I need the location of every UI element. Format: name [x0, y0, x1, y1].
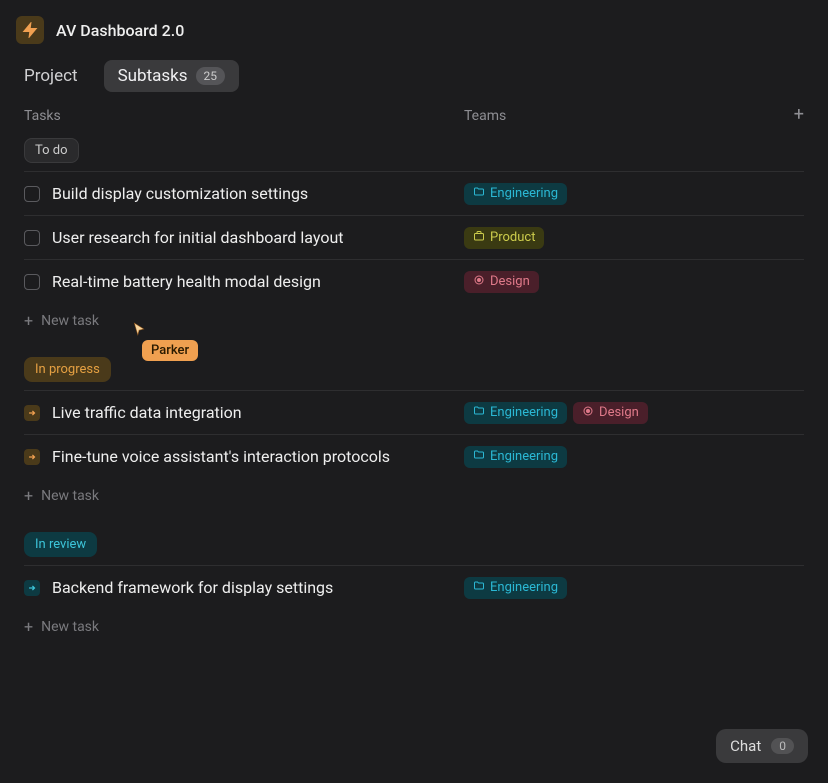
team-label: Design: [490, 274, 530, 289]
team-label: Design: [599, 405, 639, 420]
section: To do Build display customization setting…: [0, 124, 828, 343]
tab-subtasks[interactable]: Subtasks 25: [104, 60, 239, 92]
task-title: Build display customization settings: [52, 184, 308, 203]
task-title: User research for initial dashboard layo…: [52, 228, 344, 247]
project-title: AV Dashboard 2.0: [56, 21, 184, 40]
new-task-label: New task: [41, 488, 99, 504]
new-task-label: New task: [41, 313, 99, 329]
team-tag[interactable]: Design: [573, 402, 648, 424]
team-icon: [473, 449, 485, 465]
task-row[interactable]: Real-time battery health modal design Des…: [24, 259, 804, 303]
team-icon: [473, 230, 485, 246]
new-task-button[interactable]: + New task: [24, 478, 804, 518]
team-label: Engineering: [490, 186, 558, 201]
task-checkbox[interactable]: [24, 230, 40, 246]
task-row[interactable]: Build display customization settings Engi…: [24, 171, 804, 215]
team-tag[interactable]: Engineering: [464, 183, 567, 205]
plus-icon: +: [24, 489, 33, 503]
task-teams: Engineering: [464, 577, 804, 599]
plus-icon: +: [24, 314, 33, 328]
task-teams: Engineering Design: [464, 402, 804, 424]
team-label: Product: [490, 230, 535, 245]
tab-subtasks-count: 25: [196, 67, 226, 85]
project-icon: [16, 16, 44, 44]
column-headers: Tasks Teams +: [0, 108, 828, 124]
section-pill[interactable]: In review: [24, 532, 97, 557]
new-task-button[interactable]: + New task: [24, 609, 804, 649]
task-title: Fine-tune voice assistant's interaction …: [52, 447, 390, 466]
tabs: Project Subtasks 25: [0, 52, 828, 108]
column-teams-header: Teams: [464, 108, 780, 124]
section: In review Backend framework for display s…: [0, 518, 828, 649]
task-left: Fine-tune voice assistant's interaction …: [24, 447, 464, 466]
column-tasks-header: Tasks: [24, 108, 464, 124]
chat-count: 0: [771, 738, 794, 754]
task-left: User research for initial dashboard layo…: [24, 228, 464, 247]
task-row[interactable]: User research for initial dashboard layo…: [24, 215, 804, 259]
section-pill[interactable]: To do: [24, 138, 79, 163]
team-tag[interactable]: Design: [464, 271, 539, 293]
team-icon: [473, 274, 485, 290]
task-teams: Engineering: [464, 183, 804, 205]
team-label: Engineering: [490, 580, 558, 595]
task-status-icon[interactable]: [24, 449, 40, 465]
task-teams: Product: [464, 227, 804, 249]
task-title: Real-time battery health modal design: [52, 272, 321, 291]
task-left: Backend framework for display settings: [24, 578, 464, 597]
task-checkbox[interactable]: [24, 274, 40, 290]
tab-subtasks-label: Subtasks: [118, 66, 188, 86]
team-icon: [582, 405, 594, 421]
section-pill[interactable]: In progress: [24, 357, 111, 382]
team-label: Engineering: [490, 449, 558, 464]
team-icon: [473, 405, 485, 421]
header: AV Dashboard 2.0: [0, 0, 828, 52]
plus-icon: +: [24, 620, 33, 634]
task-title: Live traffic data integration: [52, 403, 242, 422]
task-title: Backend framework for display settings: [52, 578, 333, 597]
task-status-icon[interactable]: [24, 405, 40, 421]
team-tag[interactable]: Engineering: [464, 577, 567, 599]
new-task-button[interactable]: + New task: [24, 303, 804, 343]
task-checkbox[interactable]: [24, 186, 40, 202]
task-teams: Design: [464, 271, 804, 293]
task-status-icon[interactable]: [24, 580, 40, 596]
lightning-icon: [22, 22, 38, 38]
tab-project[interactable]: Project: [24, 60, 92, 92]
task-left: Build display customization settings: [24, 184, 464, 203]
team-tag[interactable]: Engineering: [464, 446, 567, 468]
chat-button[interactable]: Chat 0: [716, 729, 808, 763]
task-left: Live traffic data integration: [24, 403, 464, 422]
task-teams: Engineering: [464, 446, 804, 468]
chat-label: Chat: [730, 737, 761, 755]
team-label: Engineering: [490, 405, 558, 420]
task-left: Real-time battery health modal design: [24, 272, 464, 291]
task-row[interactable]: Live traffic data integration Engineering…: [24, 390, 804, 434]
task-row[interactable]: Backend framework for display settings En…: [24, 565, 804, 609]
section: In progress Live traffic data integration…: [0, 343, 828, 518]
add-column-button[interactable]: +: [780, 108, 804, 124]
team-tag[interactable]: Engineering: [464, 402, 567, 424]
team-icon: [473, 580, 485, 596]
team-icon: [473, 186, 485, 202]
task-row[interactable]: Fine-tune voice assistant's interaction …: [24, 434, 804, 478]
new-task-label: New task: [41, 619, 99, 635]
team-tag[interactable]: Product: [464, 227, 544, 249]
